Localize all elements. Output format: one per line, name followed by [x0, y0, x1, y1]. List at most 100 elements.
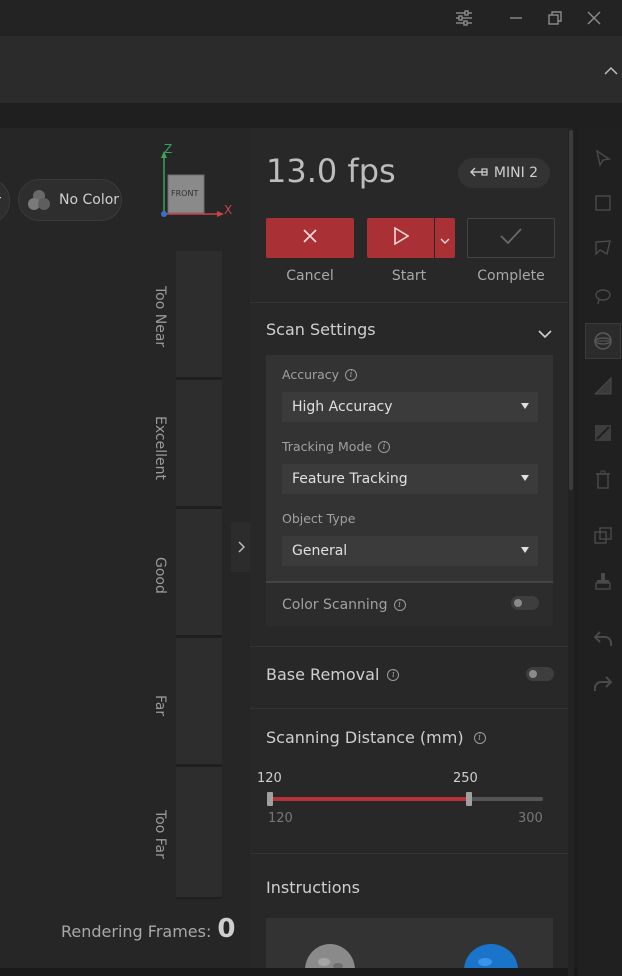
- instructions-title: Instructions: [266, 878, 360, 897]
- panel-scrollbar-thumb[interactable]: [569, 130, 573, 490]
- checkmark-icon: [499, 227, 523, 249]
- start-caption: Start: [391, 268, 427, 284]
- no-color-icon: [27, 188, 51, 212]
- accuracy-value: High Accuracy: [292, 399, 393, 415]
- bottom-edge: [0, 968, 622, 976]
- tracking-mode-label-text: Tracking Mode: [282, 439, 373, 454]
- distance-slider-low-handle[interactable]: [267, 792, 273, 806]
- dropdown-caret-icon: [521, 403, 529, 409]
- lasso-freeform-icon[interactable]: [590, 283, 616, 309]
- collapse-chevron-up-icon[interactable]: [604, 61, 618, 80]
- close-x-icon: [302, 228, 318, 248]
- distance-level-excellent: [176, 380, 222, 508]
- trash-icon[interactable]: [590, 467, 616, 493]
- redo-icon[interactable]: [590, 671, 616, 697]
- distance-label-far: Far: [152, 695, 168, 717]
- base-removal-toggle[interactable]: [526, 667, 554, 681]
- scanned-object-gray-image: [304, 940, 356, 968]
- device-badge[interactable]: MINI 2: [458, 158, 550, 188]
- dropdown-caret-icon: [521, 475, 529, 481]
- settings-sliders-icon[interactable]: [450, 4, 478, 32]
- scanned-object-blue-image: [463, 940, 519, 968]
- distance-low-value: 120: [257, 771, 282, 786]
- color-scanning-toggle[interactable]: [511, 596, 539, 610]
- instructions-card: [266, 918, 553, 968]
- distance-min-label: 120: [268, 811, 293, 826]
- distance-slider-range: [270, 797, 469, 801]
- chevron-down-icon[interactable]: [538, 324, 552, 343]
- info-icon[interactable]: i: [345, 368, 358, 381]
- restore-icon[interactable]: [541, 4, 569, 32]
- usb-connection-icon: [469, 165, 488, 181]
- toolbar-divider-strip: [0, 103, 622, 128]
- axis-x-label: X: [224, 203, 233, 217]
- accuracy-select[interactable]: High Accuracy: [282, 392, 538, 422]
- info-icon[interactable]: i: [387, 668, 400, 681]
- divider: [250, 853, 570, 854]
- chevron-right-icon: [237, 538, 245, 557]
- divider: [250, 708, 570, 709]
- no-color-button[interactable]: No Color: [18, 179, 122, 221]
- color-scanning-label-text: Color Scanning: [282, 597, 388, 613]
- distance-level-too-near: [176, 251, 222, 379]
- color-mode-partial-label: or: [0, 193, 1, 209]
- divider: [250, 646, 570, 647]
- accuracy-label-text: Accuracy: [282, 367, 340, 382]
- close-window-icon[interactable]: [580, 4, 608, 32]
- rendering-frames: Rendering Frames: 0: [61, 914, 235, 944]
- tracking-mode-label: Tracking Mode i: [282, 439, 391, 454]
- info-icon[interactable]: i: [378, 440, 391, 453]
- distance-slider-high-handle[interactable]: [466, 792, 472, 806]
- distance-level-too-far: [176, 767, 222, 899]
- accuracy-label: Accuracy i: [282, 367, 358, 382]
- cancel-caption: Cancel: [286, 268, 334, 284]
- minimize-icon[interactable]: [502, 4, 530, 32]
- distance-level-far: [176, 638, 222, 766]
- scanning-distance-title: Scanning Distance (mm): [266, 728, 464, 747]
- tracking-mode-value: Feature Tracking: [292, 471, 408, 487]
- cancel-button[interactable]: [266, 218, 354, 258]
- distance-label-too-far: Too Far: [152, 810, 168, 859]
- complete-button[interactable]: [467, 218, 555, 258]
- scan-settings-title[interactable]: Scan Settings: [266, 320, 376, 339]
- base-removal-label: Base Removal: [266, 665, 380, 684]
- undo-icon[interactable]: [590, 626, 616, 652]
- select-cursor-icon[interactable]: [590, 145, 616, 171]
- start-options-dropdown[interactable]: [435, 218, 455, 258]
- start-button[interactable]: [367, 218, 434, 258]
- info-icon[interactable]: i: [473, 731, 486, 744]
- distance-max-label: 300: [518, 811, 543, 826]
- chevron-down-icon: [440, 229, 450, 248]
- cube-face-label: FRONT: [171, 189, 199, 198]
- distance-high-value: 250: [453, 771, 478, 786]
- distance-label-good: Good: [152, 557, 168, 594]
- globe-mesh-icon[interactable]: [590, 328, 616, 354]
- complete-caption: Complete: [477, 268, 545, 284]
- no-color-label: No Color: [59, 192, 120, 208]
- title-bar: [0, 0, 622, 37]
- divider: [250, 302, 570, 303]
- dropdown-caret-icon: [521, 547, 529, 553]
- object-type-value: General: [292, 543, 348, 559]
- brush-clean-icon[interactable]: [590, 568, 616, 594]
- distance-level-good: [176, 509, 222, 637]
- rectangle-select-icon[interactable]: [590, 190, 616, 216]
- distance-label-too-near: Too Near: [152, 286, 168, 348]
- copy-layers-icon[interactable]: [590, 523, 616, 549]
- fps-readout: 13.0 fps: [266, 152, 396, 190]
- play-icon: [393, 226, 410, 249]
- object-type-label: Object Type: [282, 511, 355, 526]
- device-name: MINI 2: [493, 165, 539, 181]
- axis-z-label: Z: [164, 142, 173, 156]
- invert-selection-icon[interactable]: [590, 420, 616, 446]
- rendering-frames-label: Rendering Frames:: [61, 922, 212, 941]
- info-icon[interactable]: i: [393, 599, 406, 611]
- plane-cut-icon[interactable]: [590, 373, 616, 399]
- object-type-select[interactable]: General: [282, 536, 538, 566]
- lasso-polygon-icon[interactable]: [590, 235, 616, 261]
- object-type-label-text: Object Type: [282, 511, 356, 526]
- tracking-mode-select[interactable]: Feature Tracking: [282, 464, 538, 494]
- color-scanning-label: Color Scanning i: [282, 597, 406, 613]
- top-toolbar: [0, 37, 622, 103]
- panel-collapse-handle[interactable]: [231, 522, 250, 572]
